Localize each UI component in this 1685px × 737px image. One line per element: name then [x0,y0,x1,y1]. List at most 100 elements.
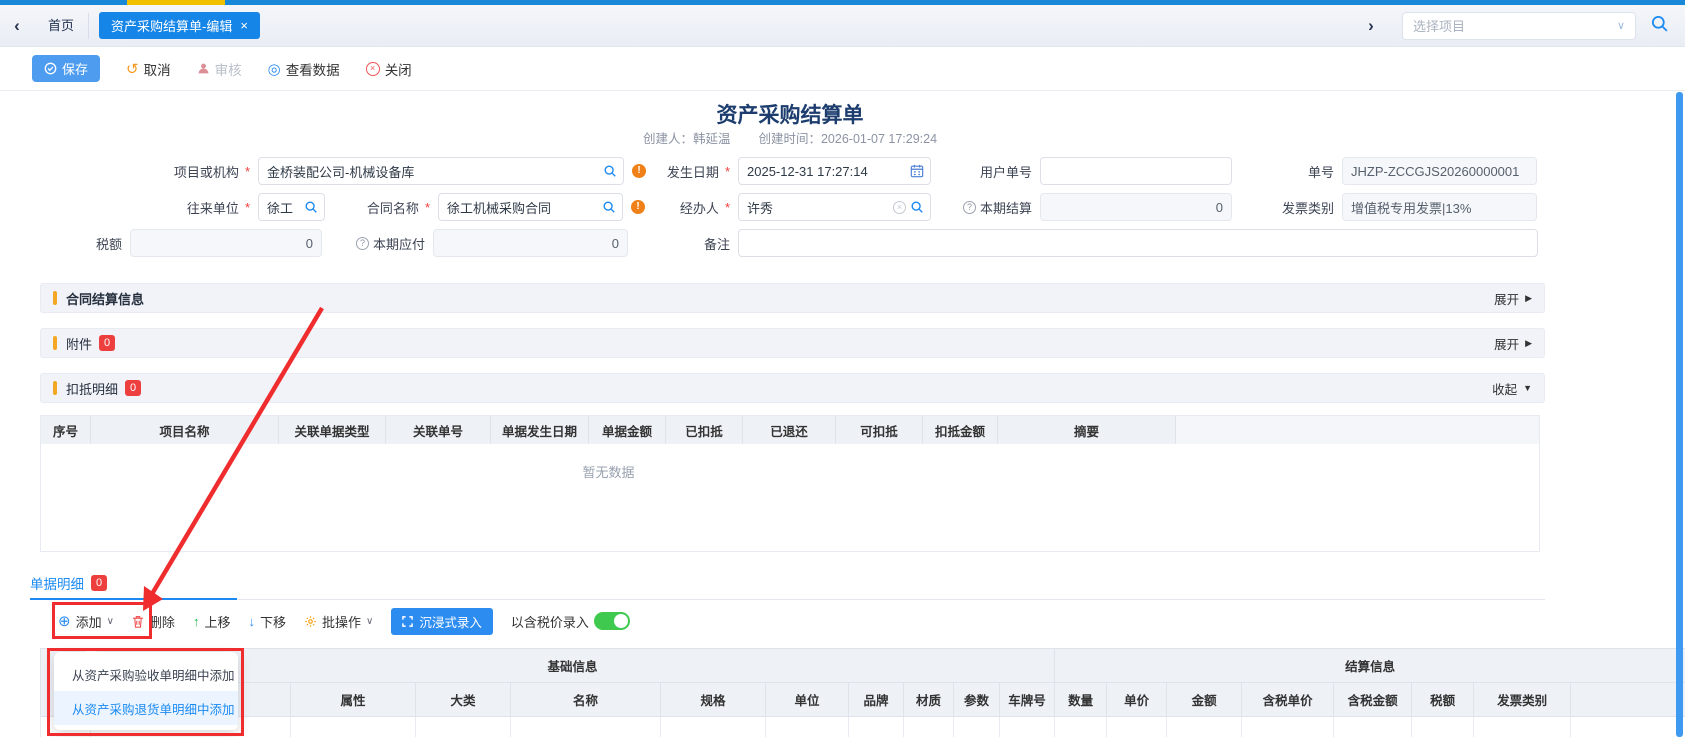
col-header: 属性 [291,683,416,717]
chevron-down-icon: ∨ [1617,19,1625,32]
add-dropdown-menu: 从资产采购验收单明细中添加 从资产采购退货单明细中添加 [54,652,238,730]
delete-button[interactable]: 删除 [132,612,175,631]
user-no-label: 用户单号 [950,162,1040,181]
date-field: 发生日期 2025-12-31 17:27:14 [640,157,931,185]
col-header: 含税单价 [1242,683,1334,717]
calendar-icon[interactable] [910,164,924,178]
remark-input[interactable] [738,229,1538,257]
col-header: 序号 [41,416,91,444]
search-icon[interactable] [603,164,617,178]
column-header-row: 编号 属性 大类 名称 规格 单位 品牌 材质 参数 车牌号 数量 单价 金额 … [41,683,1685,717]
section-attachments[interactable]: 附件 0 展开▶ [40,328,1545,358]
forward-chevron-icon[interactable]: › [1354,16,1388,36]
search-icon[interactable] [304,200,318,214]
move-up-button[interactable]: ↑ 上移 [193,612,231,631]
detail-toolbar: ⊕ 添加 ∨ 删除 ↑ 上移 ↓ 下移 批操作 ∨ 沉浸式录入 以含税价录入 [58,604,630,638]
chevron-down-icon: ∨ [366,616,373,627]
vendor-input[interactable]: 徐工 [258,193,325,221]
col-header: 已扣抵 [666,416,743,444]
close-circle-icon: × [366,62,380,76]
col-header: 品牌 [849,683,904,717]
col-header: 金额 [1167,683,1242,717]
section-title: 扣抵明细 [66,379,118,398]
section-deduction-detail[interactable]: 扣抵明细 0 收起▼ [40,373,1545,403]
view-data-button[interactable]: ◎ 查看数据 [268,59,340,79]
col-header: 扣抵金额 [923,416,998,444]
doc-no-label: 单号 [1255,162,1342,181]
tab-bar: ‹ 首页 资产采购结算单-编辑 × › 选择项目 ∨ [0,5,1685,47]
project-select[interactable]: 选择项目 ∨ [1402,12,1636,40]
deduction-table: 序号 项目名称 关联单据类型 关联单号 单据发生日期 单据金额 已扣抵 已退还 … [40,415,1540,552]
col-header: 材质 [904,683,954,717]
tab-active-label: 资产采购结算单-编辑 [111,16,232,35]
close-button[interactable]: × 关闭 [366,59,412,79]
move-down-button[interactable]: ↓ 下移 [248,612,286,631]
col-header: 单据金额 [589,416,666,444]
tab-active-settlement-edit[interactable]: 资产采购结算单-编辑 × [99,12,260,39]
section-title: 附件 [66,334,92,353]
vendor-label: 往来单位 [100,198,258,217]
batch-operation-button[interactable]: 批操作 ∨ [304,612,373,631]
col-header: 项目名称 [91,416,279,444]
section-marker [53,336,57,350]
gear-icon [304,615,317,628]
col-header: 大类 [416,683,511,717]
search-icon[interactable] [1650,14,1669,38]
created-label: 创建时间： [758,132,821,146]
tab-home[interactable]: 首页 [34,13,89,39]
doc-meta: 创建人：韩延温创建时间：2026-01-07 17:29:24 [0,128,1580,147]
back-chevron-icon[interactable]: ‹ [0,16,34,36]
user-no-input[interactable] [1040,157,1232,185]
collapse-toggle[interactable]: 收起▼ [1492,379,1532,398]
project-input[interactable]: 金桥装配公司-机械设备库 [258,157,624,185]
audit-button[interactable]: 审核 [197,59,242,79]
empty-data-text: 暂无数据 [41,462,1176,481]
vendor-field: 往来单位 徐工 [100,193,325,221]
trash-icon [132,615,144,628]
add-button[interactable]: ⊕ 添加 ∨ [58,612,114,631]
col-header: 规格 [661,683,766,717]
remark-field: 备注 [640,229,1538,257]
project-field: 项目或机构 金桥装配公司-机械设备库 ! [100,157,646,185]
col-header: 车牌号 [1000,683,1055,717]
tab-doc-detail[interactable]: 单据明细 0 [30,573,107,593]
menu-item-add-from-acceptance[interactable]: 从资产采购验收单明细中添加 [54,657,238,691]
arrow-up-icon: ↑ [193,614,200,629]
menu-item-add-from-return[interactable]: 从资产采购退货单明细中添加 [54,691,238,725]
tax-price-toggle[interactable] [594,612,630,630]
section-contract-settle-info[interactable]: 合同结算信息 展开▶ [40,283,1545,313]
expand-toggle[interactable]: 展开▶ [1494,289,1532,308]
tax-label: 税额 [30,234,130,253]
tab-close-icon[interactable]: × [240,18,248,33]
col-header-filler [1176,416,1539,444]
agent-input[interactable]: 许秀 × [738,193,931,221]
project-label: 项目或机构 [100,162,258,181]
creator-label: 创建人： [643,132,693,146]
triangle-right-icon: ▶ [1525,293,1532,304]
cancel-button[interactable]: ↺ 取消 [126,59,171,79]
col-header: 单据发生日期 [491,416,589,444]
settle-label: ? 本期结算 [935,198,1040,217]
group-settle-info: 结算信息 [1055,649,1685,683]
save-button[interactable]: 保存 [32,55,100,82]
tax-price-toggle-group: 以含税价录入 [511,612,630,631]
doc-no-input: JHZP-ZCCGJS20260000001 [1342,157,1537,185]
date-input[interactable]: 2025-12-31 17:27:14 [738,157,931,185]
col-header: 发票类别 [1474,683,1571,717]
immersive-entry-button[interactable]: 沉浸式录入 [391,608,493,635]
search-icon[interactable] [910,200,924,214]
payable-input: 0 [433,229,628,257]
section-title: 合同结算信息 [66,289,144,308]
expand-toggle[interactable]: 展开▶ [1494,334,1532,353]
settle-input: 0 [1040,193,1232,221]
search-icon[interactable] [602,200,616,214]
tax-input: 0 [130,229,322,257]
payable-field: ? 本期应付 0 [345,229,628,257]
count-badge: 0 [99,335,115,351]
vertical-scrollbar[interactable] [1676,92,1683,737]
triangle-down-icon: ▼ [1523,383,1532,393]
clear-icon[interactable]: × [893,201,906,214]
contract-input[interactable]: 徐工机械采购合同 [438,193,623,221]
col-header: 单位 [766,683,849,717]
invoice-label: 发票类别 [1250,198,1342,217]
